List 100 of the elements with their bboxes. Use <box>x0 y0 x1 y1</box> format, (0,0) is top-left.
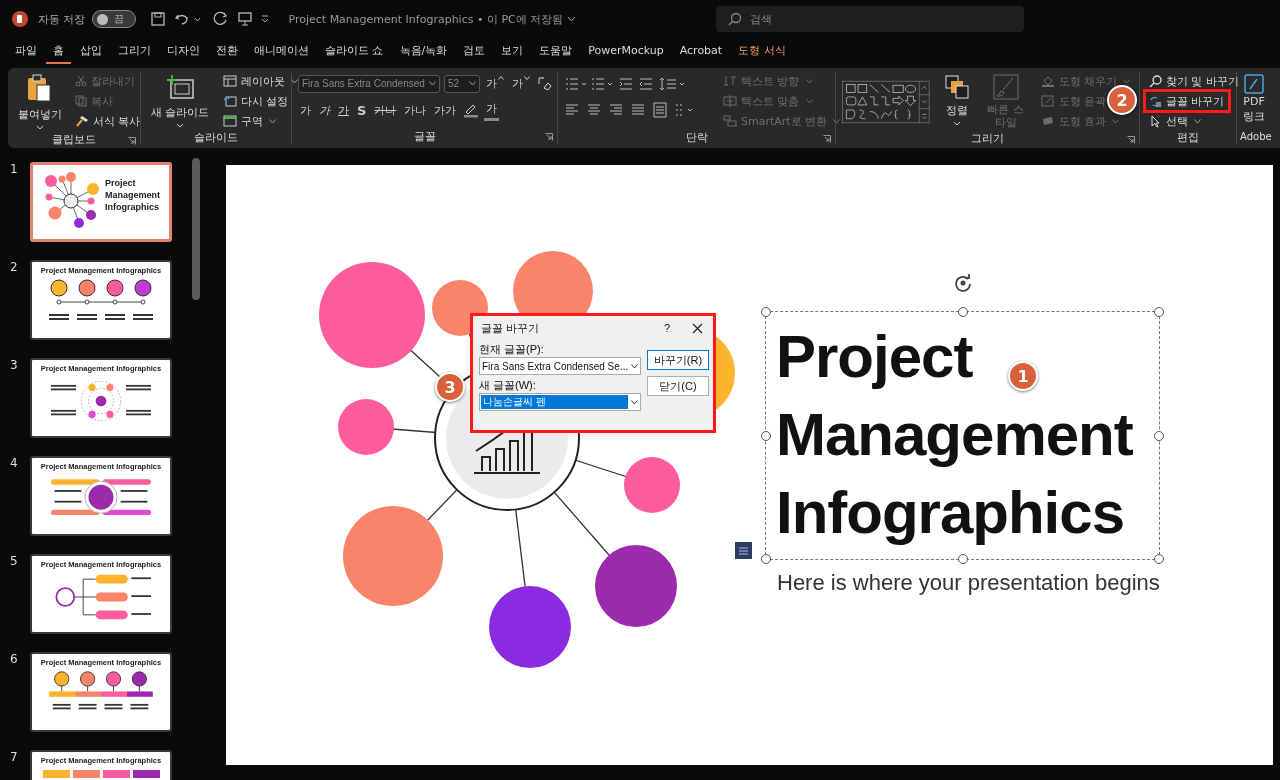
arrange-button[interactable]: 정렬 <box>939 72 974 128</box>
document-title[interactable]: Project Management Infographics • 이 PC에 저장됨 <box>288 11 564 27</box>
pdf-icon <box>1244 74 1264 94</box>
format-button[interactable]: 가나 <box>372 100 399 120</box>
presentation-icon[interactable] <box>236 11 253 27</box>
menu-tab[interactable]: 삽입 <box>73 39 109 64</box>
format-button[interactable]: 가나 <box>402 100 429 120</box>
shrink-font-button[interactable]: 가 <box>510 74 532 93</box>
format-button[interactable]: 가 <box>336 100 351 120</box>
font-size-dropdown[interactable]: 52 <box>444 74 480 93</box>
dialog-launcher-icon[interactable] <box>128 137 136 145</box>
format-button[interactable]: 가가 <box>432 100 459 120</box>
dialog-launcher-icon[interactable] <box>545 133 553 141</box>
format-button[interactable]: 가 <box>317 100 332 120</box>
replace-fonts-icon <box>1149 94 1162 108</box>
menu-tab[interactable]: 보기 <box>494 39 531 64</box>
layout-icon <box>222 75 237 87</box>
menu-tab[interactable]: 검토 <box>456 39 493 64</box>
redo-icon[interactable] <box>212 11 229 27</box>
grow-font-button[interactable]: 가 <box>484 74 506 93</box>
section-icon <box>222 115 237 127</box>
slide-number: 5 <box>9 554 19 570</box>
scrollbar-thumb[interactable] <box>192 158 200 300</box>
create-pdf-button[interactable]: PDF 링크 <box>1243 72 1265 126</box>
menu-tab[interactable]: 도형 서식 <box>731 39 793 64</box>
paint-bucket-icon <box>1040 75 1055 87</box>
clear-formatting-icon[interactable] <box>536 75 552 92</box>
caret-icon <box>176 123 185 128</box>
new-slide-button[interactable]: 새 슬라이드 <box>147 72 214 130</box>
group-label: 슬라이드 <box>194 130 238 145</box>
highlighter-icon[interactable] <box>462 102 481 118</box>
menu-tab[interactable]: 녹음/녹화 <box>392 39 455 64</box>
dialog-launcher-icon[interactable] <box>1127 136 1135 144</box>
rotate-handle-icon[interactable] <box>953 273 973 293</box>
menu-tab[interactable]: 홈 <box>46 39 71 64</box>
resize-handle[interactable] <box>761 554 771 564</box>
dialog-launcher-icon[interactable] <box>823 135 831 143</box>
menu-tab[interactable]: PowerMockup <box>581 40 671 63</box>
caret-icon[interactable] <box>567 16 577 22</box>
group-label: 글꼴 <box>413 128 436 144</box>
menu-tab[interactable]: 슬라이드 쇼 <box>318 39 391 64</box>
format-button[interactable]: 가 <box>298 100 313 120</box>
slide-title-line: Project <box>776 322 973 392</box>
font-name-dropdown[interactable]: Fira Sans Extra Condensed <box>298 74 440 93</box>
replace-fonts-button[interactable]: 글꼴 바꾸기 <box>1146 92 1228 110</box>
resize-handle[interactable] <box>1154 307 1164 317</box>
format-painter-button[interactable]: 서식 복사 <box>72 112 144 130</box>
paste-button[interactable]: 붙여넣기 <box>14 72 66 132</box>
slide-number: 1 <box>9 162 19 178</box>
caret-icon[interactable] <box>193 16 201 22</box>
brush-icon <box>992 74 1019 100</box>
search-field[interactable]: 검색 <box>716 6 1025 32</box>
group-label: 단락 <box>685 130 708 145</box>
slide-number: 3 <box>9 358 19 374</box>
resize-handle[interactable] <box>761 430 771 441</box>
current-font-dropdown[interactable]: Fira Sans Extra Condensed Se... <box>479 357 641 375</box>
align-text-icon <box>723 95 737 107</box>
select-button[interactable]: 선택 <box>1146 112 1204 130</box>
reset-button[interactable]: 다시 설정 <box>219 92 291 110</box>
help-button[interactable]: ? <box>663 322 670 334</box>
autosave-toggle[interactable]: 끔 <box>91 10 136 28</box>
format-button[interactable]: S <box>355 100 369 120</box>
resize-handle[interactable] <box>1154 430 1164 441</box>
dialog-button[interactable]: 닫기(C) <box>647 376 709 396</box>
menu-tab[interactable]: Acrobat <box>672 40 730 63</box>
layout-button[interactable]: 레이아웃 <box>219 72 301 90</box>
caret-icon <box>805 78 813 84</box>
field-label: 새 글꼴(W): <box>479 378 537 392</box>
slide-thumbnail[interactable]: Project Management Infographics <box>30 162 172 242</box>
caret-icon <box>1194 118 1201 124</box>
layout-options-icon[interactable] <box>735 542 752 559</box>
menu-tab[interactable]: 도움말 <box>532 39 580 64</box>
pencil-icon <box>1040 95 1055 107</box>
new-font-dropdown[interactable]: 나눔손글씨 펜 <box>479 393 641 411</box>
resize-handle[interactable] <box>761 307 771 317</box>
caret-icon <box>833 118 841 124</box>
menu-tab[interactable]: 파일 <box>8 39 44 64</box>
resize-handle[interactable] <box>957 307 968 317</box>
slide-title-line: Infographics <box>776 478 1125 548</box>
menu-tab[interactable]: 전환 <box>209 39 245 64</box>
resize-handle[interactable] <box>1154 554 1164 564</box>
save-icon[interactable] <box>149 11 166 27</box>
app-logo-icon <box>12 11 28 27</box>
dialog-button[interactable]: 바꾸기(R) <box>647 350 709 370</box>
menu-tab[interactable]: 그리기 <box>111 39 158 64</box>
caret-icon <box>805 98 813 104</box>
menu-tab[interactable]: 디자인 <box>160 39 207 64</box>
scissors-icon <box>75 75 87 87</box>
dialog-title: 글꼴 바꾸기 <box>481 320 541 336</box>
close-icon[interactable] <box>692 322 703 334</box>
autosave-label: 자동 저장 <box>38 11 86 27</box>
caret-icon <box>631 399 638 405</box>
font-color-button[interactable]: 가 <box>484 99 500 121</box>
menu-tab[interactable]: 애니메이션 <box>247 39 316 64</box>
field-label: 현재 글꼴(P): <box>479 342 545 356</box>
customize-caret-icon[interactable] <box>260 15 269 23</box>
caret-up-icon <box>498 76 504 80</box>
find-replace-button[interactable]: 찾기 및 바꾸기 <box>1146 72 1242 90</box>
section-button[interactable]: 구역 <box>219 112 279 130</box>
resize-handle[interactable] <box>957 554 968 564</box>
